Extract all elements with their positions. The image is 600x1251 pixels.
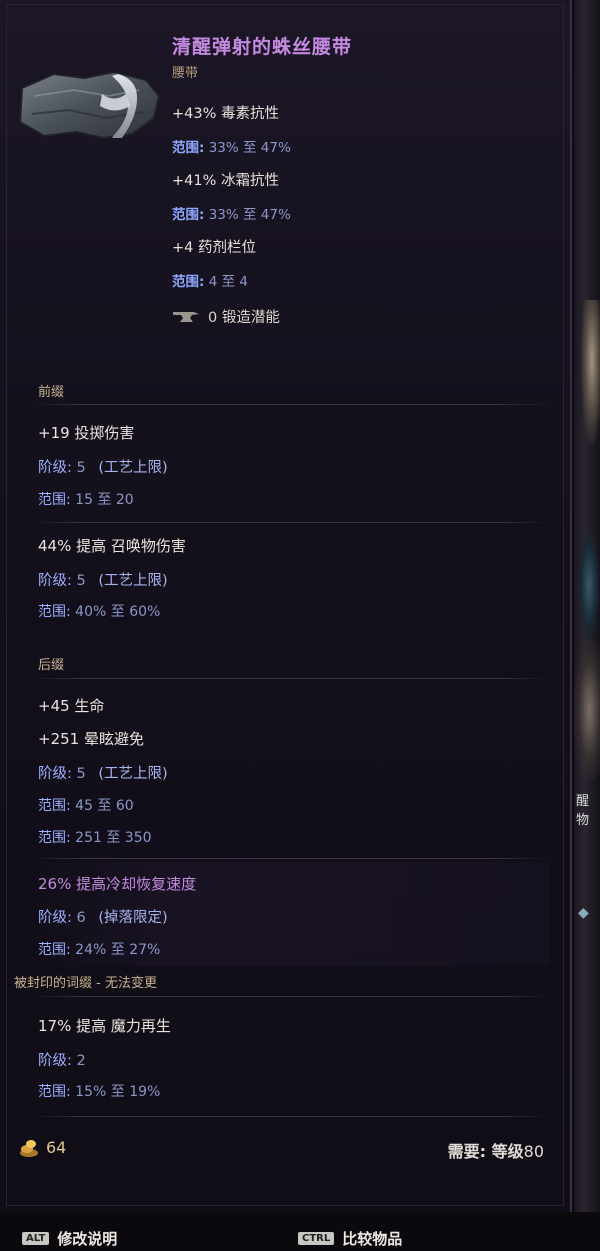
- implicit-range: 范围: 33% 至 47%: [172, 203, 291, 223]
- anvil-icon: [173, 311, 199, 322]
- affix-tier: 阶级: 5 (工艺上限): [38, 762, 168, 783]
- item-tooltip: 清醒弹射的蛛丝腰带 腰带 +43% 毒素抗性 范围: 33% 至 47% +41…: [0, 0, 572, 1212]
- alt-keycap: ALT: [22, 1232, 50, 1245]
- sealed-affix-title: 被封印的词缀 - 无法变更: [14, 976, 157, 991]
- range-value: 40% 至 60%: [75, 604, 161, 620]
- tier-note: (工艺上限): [98, 573, 168, 589]
- range-value: 251 至 350: [75, 830, 152, 846]
- level-requirement: 需要: 等级80: [448, 1138, 544, 1162]
- sealed-affix-line: 17% 提高 魔力再生: [38, 1017, 171, 1035]
- range-label: 范围:: [172, 207, 205, 223]
- hotkey-label: 修改说明: [57, 1230, 118, 1248]
- item-type: 腰带: [172, 66, 199, 81]
- background-item-slot: [574, 640, 600, 780]
- range-value: 45 至 60: [75, 798, 134, 814]
- suffix-affix-line: 26% 提高冷却恢复速度: [38, 875, 197, 893]
- tier-note: (工艺上限): [98, 766, 168, 782]
- implicit-range: 范围: 4 至 4: [172, 270, 248, 290]
- diamond-icon: ◆: [578, 905, 589, 921]
- hotkey-label: 比较物品: [342, 1230, 403, 1248]
- tier-value: 5: [76, 573, 86, 589]
- range-value: 24% 至 27%: [75, 942, 161, 958]
- tier-label: 阶级:: [38, 573, 72, 589]
- background-scene: 醒物 ◆: [574, 0, 600, 1251]
- affix-range: 范围: 40% 至 60%: [38, 601, 160, 621]
- divider: [30, 678, 550, 679]
- range-label: 范围:: [38, 492, 71, 508]
- hotkey-ctrl[interactable]: CTRL 比较物品: [298, 1228, 402, 1249]
- price-value: 64: [46, 1137, 67, 1157]
- range-value: 33% 至 47%: [208, 140, 291, 156]
- tier-label: 阶级:: [38, 910, 72, 926]
- range-label: 范围:: [38, 942, 71, 958]
- suffix-affix-line: +251 晕眩避免: [38, 730, 144, 748]
- divider: [30, 522, 550, 523]
- background-label: 醒物: [576, 794, 590, 828]
- range-label: 范围:: [38, 604, 71, 620]
- prefix-affix-line: 44% 提高 召唤物伤害: [38, 537, 186, 555]
- ctrl-keycap: CTRL: [298, 1232, 335, 1245]
- tier-label: 阶级:: [38, 460, 72, 476]
- tier-label: 阶级:: [38, 1053, 72, 1069]
- implicit-range: 范围: 33% 至 47%: [172, 136, 291, 156]
- range-label: 范围:: [172, 274, 205, 290]
- divider: [30, 996, 550, 997]
- affix-range: 范围: 15 至 20: [38, 489, 134, 509]
- affix-tier: 阶级: 6 (掉落限定): [38, 906, 168, 927]
- prefix-affix-line: +19 投掷伤害: [38, 424, 135, 442]
- affix-range: 范围: 24% 至 27%: [38, 939, 160, 959]
- tier-value: 5: [76, 766, 86, 782]
- affix-range: 范围: 15% 至 19%: [38, 1081, 160, 1101]
- divider: [30, 1116, 550, 1117]
- tier-note: (工艺上限): [98, 460, 168, 476]
- divider: [30, 858, 550, 859]
- item-name: 清醒弹射的蛛丝腰带: [172, 36, 353, 58]
- range-value: 15 至 20: [75, 492, 134, 508]
- affix-tier: 阶级: 2: [38, 1049, 86, 1070]
- implicit-stat: +4 药剂栏位: [172, 240, 256, 256]
- implicit-stat: +41% 冰霜抗性: [172, 173, 279, 189]
- background-orb: [578, 530, 600, 640]
- range-label: 范围:: [38, 798, 71, 814]
- range-value: 33% 至 47%: [208, 207, 291, 223]
- implicit-stat: +43% 毒素抗性: [172, 106, 279, 122]
- forging-potential: 0 锻造潜能: [172, 306, 280, 327]
- requirement-level: 80: [523, 1142, 544, 1161]
- belt-icon: [18, 70, 161, 140]
- item-price: 64: [18, 1136, 66, 1158]
- suffix-affix-line: +45 生命: [38, 697, 105, 715]
- divider: [30, 404, 550, 405]
- gold-pile-icon: [20, 1140, 38, 1157]
- item-header: 清醒弹射的蛛丝腰带 腰带: [172, 34, 352, 82]
- tier-value: 6: [76, 910, 86, 926]
- suffix-title: 后缀: [38, 658, 65, 673]
- affix-range: 范围: 45 至 60: [38, 795, 134, 815]
- affix-tier: 阶级: 5 (工艺上限): [38, 569, 168, 590]
- affix-tier: 阶级: 5 (工艺上限): [38, 456, 168, 477]
- tier-value: 2: [76, 1053, 86, 1069]
- requirement-label: 需要: 等级: [447, 1142, 524, 1161]
- affix-range: 范围: 251 至 350: [38, 827, 152, 847]
- hotkey-alt[interactable]: ALT 修改说明: [22, 1228, 117, 1249]
- range-label: 范围:: [38, 830, 71, 846]
- tier-note: (掉落限定): [98, 910, 168, 926]
- background-figure: [580, 300, 600, 450]
- range-value: 4 至 4: [208, 274, 248, 290]
- range-value: 15% 至 19%: [75, 1084, 161, 1100]
- tier-value: 5: [76, 460, 86, 476]
- range-label: 范围:: [172, 140, 205, 156]
- prefix-title: 前缀: [38, 385, 65, 400]
- tier-label: 阶级:: [38, 766, 72, 782]
- range-label: 范围:: [38, 1084, 71, 1100]
- forging-potential-value: 0 锻造潜能: [208, 310, 280, 326]
